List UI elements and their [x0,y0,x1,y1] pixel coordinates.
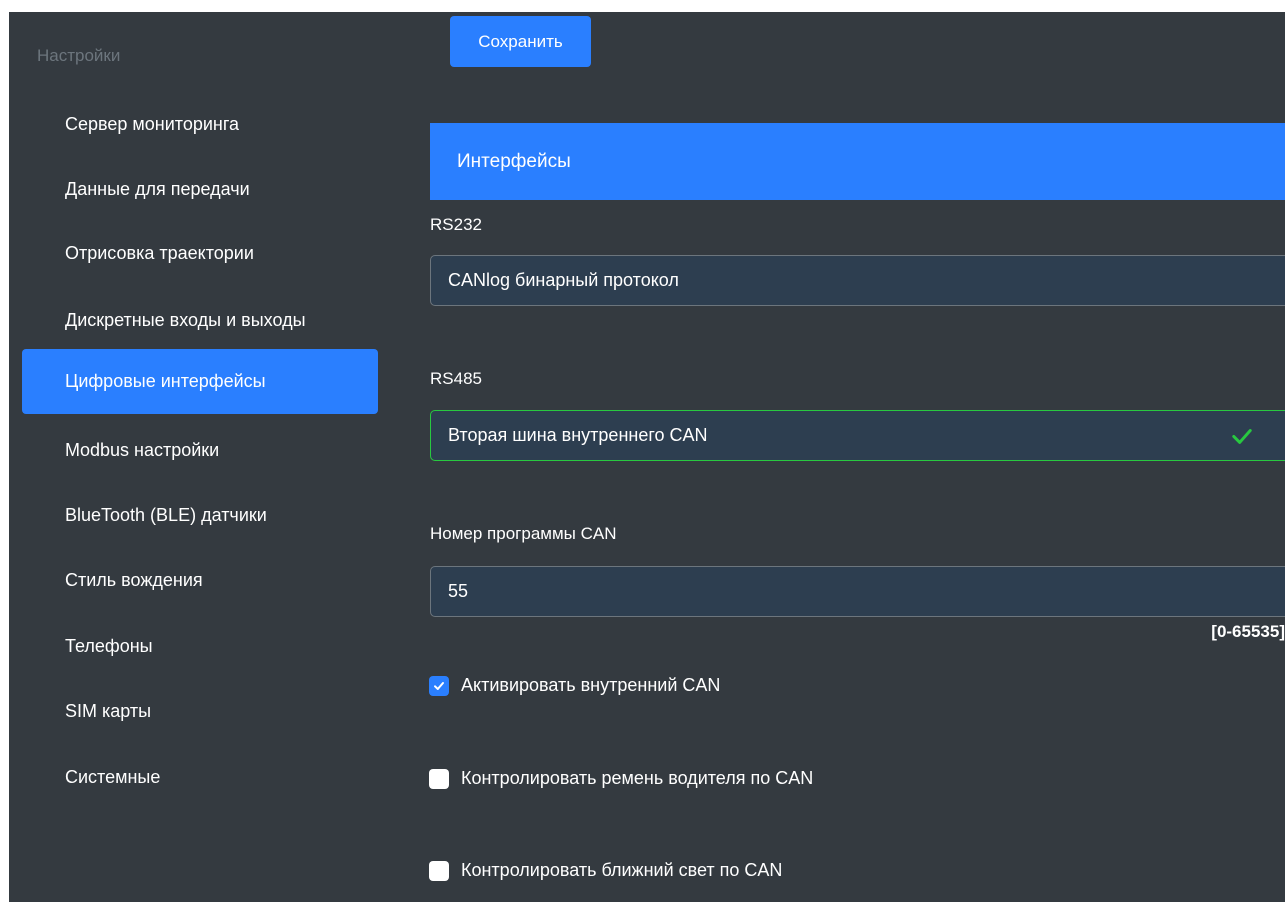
checkbox-low-beam-can[interactable]: Контролировать ближний свет по CAN [429,860,782,881]
sidebar-item-digital-interfaces[interactable]: Цифровые интерфейсы [22,349,378,414]
sidebar-item-phones[interactable]: Телефоны [22,614,378,679]
rs232-value: CANlog бинарный протокол [448,270,679,290]
section-header: Интерфейсы [430,123,1285,200]
checkbox-unchecked-icon[interactable] [429,768,449,789]
check-icon [1232,428,1252,444]
checkbox-checked-icon[interactable] [429,675,449,696]
save-button[interactable]: Сохранить [450,16,591,67]
can-program-value: 55 [448,581,469,601]
checkbox-label: Контролировать ремень водителя по CAN [461,768,814,788]
can-program-range: [0-65535] [1211,622,1285,641]
checkbox-activate-internal-can[interactable]: Активировать внутренний CAN [429,675,720,696]
sidebar-item-monitoring-server[interactable]: Сервер мониторинга [22,92,378,157]
sidebar-item-sim-cards[interactable]: SIM карты [22,679,378,744]
rs485-value: Вторая шина внутреннего CAN [448,425,708,445]
settings-app: Настройки Сервер мониторинга Данные для … [9,12,1285,902]
checkbox-label: Контролировать ближний свет по CAN [461,860,783,880]
sidebar-item-ble-sensors[interactable]: BlueTooth (BLE) датчики [22,483,378,548]
rs232-select[interactable]: CANlog бинарный протокол [430,255,1285,306]
checkbox-driver-belt-can[interactable]: Контролировать ремень водителя по CAN [429,768,813,789]
sidebar-item-discrete-io[interactable]: Дискретные входы и выходы [22,288,378,353]
can-program-input[interactable]: 55 [430,566,1285,617]
sidebar-item-trajectory[interactable]: Отрисовка траектории [22,221,378,286]
sidebar: Настройки Сервер мониторинга Данные для … [9,12,389,902]
rs232-label: RS232 [430,215,482,234]
sidebar-item-system[interactable]: Системные [22,745,378,810]
rs485-select[interactable]: Вторая шина внутреннего CAN [430,410,1285,461]
sidebar-item-driving-style[interactable]: Стиль вождения [22,548,378,613]
sidebar-item-transfer-data[interactable]: Данные для передачи [22,157,378,222]
rs485-label: RS485 [430,369,482,388]
checkmark-icon [434,681,444,690]
can-program-label: Номер программы CAN [430,524,617,543]
checkbox-unchecked-icon[interactable] [429,860,449,881]
sidebar-item-modbus[interactable]: Modbus настройки [22,418,378,483]
sidebar-title: Настройки [37,46,121,65]
checkbox-label: Активировать внутренний CAN [461,675,721,695]
